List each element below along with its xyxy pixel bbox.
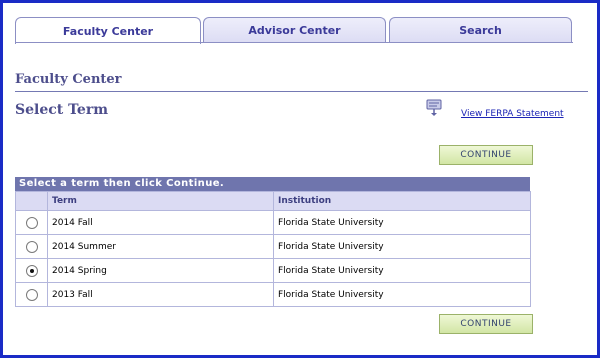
radio-cell[interactable]: [15, 210, 48, 235]
term-table: Term Institution 2014 Fall Florida State…: [15, 191, 531, 307]
page-title: Select Term: [15, 102, 109, 118]
institution-cell: Florida State University: [273, 210, 531, 235]
term-cell: 2013 Fall: [47, 282, 274, 307]
continue-button-top[interactable]: CONTINUE: [439, 145, 533, 165]
radio-cell[interactable]: [15, 282, 48, 307]
table-row[interactable]: 2014 Fall Florida State University: [15, 210, 531, 235]
term-cell: 2014 Fall: [47, 210, 274, 235]
institution-cell: Florida State University: [273, 282, 531, 307]
radio-cell[interactable]: [15, 258, 48, 283]
term-selection-grid: Select a term then click Continue. Term …: [15, 177, 531, 307]
institution-cell: Florida State University: [273, 234, 531, 259]
table-header-row: Term Institution: [15, 191, 531, 211]
term-radio-2014-spring[interactable]: [25, 264, 38, 277]
ferpa-statement-icon[interactable]: [426, 99, 442, 117]
table-row[interactable]: 2014 Summer Florida State University: [15, 234, 531, 259]
column-header-institution: Institution: [273, 191, 531, 211]
table-row[interactable]: 2013 Fall Florida State University: [15, 282, 531, 307]
tab-search[interactable]: Search: [389, 17, 572, 43]
view-ferpa-statement-link[interactable]: View FERPA Statement: [461, 109, 564, 119]
term-radio-2013-fall[interactable]: [25, 288, 38, 301]
tab-bar-divider: [15, 42, 573, 43]
continue-button-bottom[interactable]: CONTINUE: [439, 314, 533, 334]
tab-advisor-center[interactable]: Advisor Center: [203, 17, 386, 43]
table-row[interactable]: 2014 Spring Florida State University: [15, 258, 531, 283]
tab-faculty-center[interactable]: Faculty Center: [15, 17, 201, 44]
institution-cell: Florida State University: [273, 258, 531, 283]
section-title: Faculty Center: [15, 72, 122, 87]
radio-cell[interactable]: [15, 234, 48, 259]
tab-bar: Faculty Center Advisor Center Search: [15, 17, 575, 44]
grid-caption: Select a term then click Continue.: [15, 177, 530, 191]
page-frame: Faculty Center Advisor Center Search Fac…: [0, 0, 600, 358]
column-header-select: [15, 191, 48, 211]
term-cell: 2014 Spring: [47, 258, 274, 283]
section-divider: [15, 91, 588, 92]
term-cell: 2014 Summer: [47, 234, 274, 259]
column-header-term: Term: [47, 191, 274, 211]
term-radio-2014-fall[interactable]: [25, 216, 38, 229]
term-radio-2014-summer[interactable]: [25, 240, 38, 253]
